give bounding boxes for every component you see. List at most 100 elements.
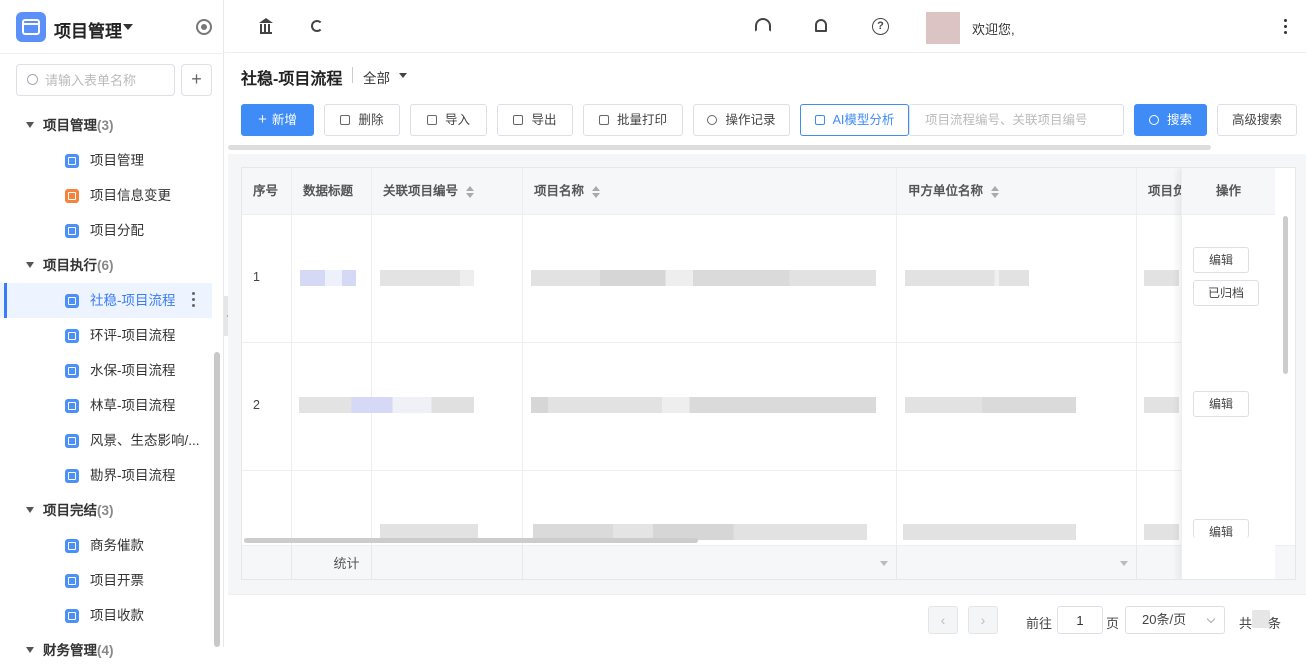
page-size-select[interactable]: 20条/页 xyxy=(1125,606,1225,634)
nav-item-label: 项目信息变更 xyxy=(90,188,171,203)
add-form-button[interactable]: + xyxy=(181,64,212,96)
sort-icon[interactable] xyxy=(466,185,475,198)
export-button[interactable]: 导出 xyxy=(497,104,573,136)
ai-analysis-button[interactable]: AI模型分析 xyxy=(800,104,909,136)
redacted-text xyxy=(352,397,474,413)
nav-item[interactable]: 水保-项目流程 xyxy=(0,353,212,388)
form-icon xyxy=(65,469,79,483)
col-header-project-owner: 项目负 xyxy=(1137,168,1187,215)
nav-item[interactable]: 商务催款 xyxy=(0,528,212,563)
divider xyxy=(228,594,1306,595)
summary-dropdown[interactable] xyxy=(523,546,897,579)
col-header-related-project-no[interactable]: 关联项目编号 xyxy=(372,168,523,215)
app-title[interactable]: 项目管理 xyxy=(54,17,122,42)
more-vertical-icon[interactable] xyxy=(192,292,196,310)
sidebar-header: 项目管理 xyxy=(0,0,224,54)
ai-analysis-label: AI模型分析 xyxy=(832,113,895,127)
nav-item-label: 林草-项目流程 xyxy=(90,398,176,413)
form-icon xyxy=(65,574,79,588)
more-icon[interactable] xyxy=(1284,19,1288,35)
edit-button[interactable]: 编辑 xyxy=(1193,519,1249,538)
nav-item[interactable]: 项目信息变更 xyxy=(0,178,212,213)
nav-item[interactable]: 项目开票 xyxy=(0,563,212,598)
divider xyxy=(352,67,353,83)
nav-item-label: 社稳-项目流程 xyxy=(90,293,176,308)
bank-icon[interactable] xyxy=(259,18,275,34)
nav-item[interactable]: 项目管理 xyxy=(0,143,212,178)
nav-group-project-completion[interactable]: 项目完结(3) xyxy=(0,493,214,528)
page-input[interactable] xyxy=(1057,606,1103,634)
sidebar-search[interactable] xyxy=(16,64,175,96)
bell-icon[interactable] xyxy=(815,19,827,32)
nav-item[interactable]: 项目收款 xyxy=(0,598,212,633)
nav-item[interactable]: 勘界-项目流程 xyxy=(0,458,212,493)
edit-button[interactable]: 编辑 xyxy=(1193,391,1249,417)
toolbar-scrollbar[interactable] xyxy=(228,145,1211,150)
sort-icon[interactable] xyxy=(592,185,601,198)
summary-label: 统计 xyxy=(292,546,372,579)
next-page-button[interactable]: › xyxy=(968,606,998,634)
redacted-text xyxy=(1144,397,1179,413)
redacted-text xyxy=(905,270,1029,286)
refresh-icon[interactable] xyxy=(311,20,323,32)
redacted-text xyxy=(380,270,474,286)
nav-group-finance[interactable]: 财务管理(4) xyxy=(0,633,214,668)
new-button-label: 新增 xyxy=(271,113,297,127)
prev-page-button[interactable]: ‹ xyxy=(928,606,958,634)
nav-item[interactable]: 项目分配 xyxy=(0,213,212,248)
table-vertical-scrollbar[interactable] xyxy=(1283,216,1288,374)
headset-icon[interactable] xyxy=(755,18,771,32)
page-size-value: 20条/页 xyxy=(1142,612,1187,627)
search-input[interactable] xyxy=(909,104,1124,136)
col-header-title: 数据标题 xyxy=(292,168,372,215)
chevron-down-icon[interactable] xyxy=(123,24,133,30)
nav-group-label: 项目执行 xyxy=(43,258,97,273)
form-icon xyxy=(65,329,79,343)
new-button[interactable]: + 新增 xyxy=(241,104,314,136)
welcome-text: 欢迎您, xyxy=(972,22,1015,37)
sort-icon[interactable] xyxy=(991,185,1000,198)
sidebar-scrollbar[interactable] xyxy=(214,352,220,647)
batch-print-button[interactable]: 批量打印 xyxy=(583,104,683,136)
sidebar-search-input[interactable] xyxy=(45,66,170,94)
gear-icon[interactable] xyxy=(196,19,212,35)
import-button[interactable]: 导入 xyxy=(410,104,487,136)
redacted-text xyxy=(300,270,356,286)
advanced-search-button[interactable]: 高级搜索 xyxy=(1217,104,1297,136)
avatar[interactable] xyxy=(926,12,960,44)
nav-item[interactable]: 林草-项目流程 xyxy=(0,388,212,423)
chevron-down-icon[interactable] xyxy=(399,73,407,78)
robot-icon xyxy=(814,115,825,125)
op-log-button[interactable]: 操作记录 xyxy=(693,104,790,136)
search-button[interactable]: 搜索 xyxy=(1134,104,1207,136)
plus-icon: + xyxy=(258,111,267,128)
col-header-project-name[interactable]: 项目名称 xyxy=(523,168,897,215)
nav-item-label: 项目收款 xyxy=(90,608,144,623)
nav-item-label: 商务催款 xyxy=(90,538,144,553)
nav-group-count: (4) xyxy=(97,643,114,658)
col-header-client-name[interactable]: 甲方单位名称 xyxy=(897,168,1137,215)
archived-button[interactable]: 已归档 xyxy=(1193,280,1259,306)
help-icon[interactable]: ? xyxy=(872,18,889,35)
nav-group-project-execution[interactable]: 项目执行(6) xyxy=(0,248,214,283)
nav-item-active[interactable]: 社稳-项目流程 xyxy=(0,283,212,318)
total-suffix: 条 xyxy=(1268,616,1282,631)
search-button-label: 搜索 xyxy=(1166,113,1192,127)
nav-group-count: (6) xyxy=(97,258,114,273)
nav-item[interactable]: 环评-项目流程 xyxy=(0,318,212,353)
table-cell xyxy=(372,215,523,343)
edit-button[interactable]: 编辑 xyxy=(1193,247,1249,273)
nav-group-project-management[interactable]: 项目管理(3) xyxy=(0,108,214,143)
table-horizontal-scrollbar[interactable] xyxy=(244,538,698,543)
delete-button[interactable]: 删除 xyxy=(324,104,400,136)
table-row[interactable]: 1 xyxy=(242,215,292,343)
table-row[interactable]: 2 xyxy=(242,343,292,471)
view-filter[interactable]: 全部 xyxy=(363,67,390,87)
total-prefix: 共 xyxy=(1239,616,1253,631)
nav-item[interactable]: 风景、生态影响/... xyxy=(0,423,212,458)
table-cell xyxy=(897,343,1137,471)
print-icon xyxy=(598,115,609,125)
form-icon xyxy=(65,399,79,413)
summary-dropdown[interactable] xyxy=(897,546,1137,579)
caret-down-icon xyxy=(26,507,34,513)
